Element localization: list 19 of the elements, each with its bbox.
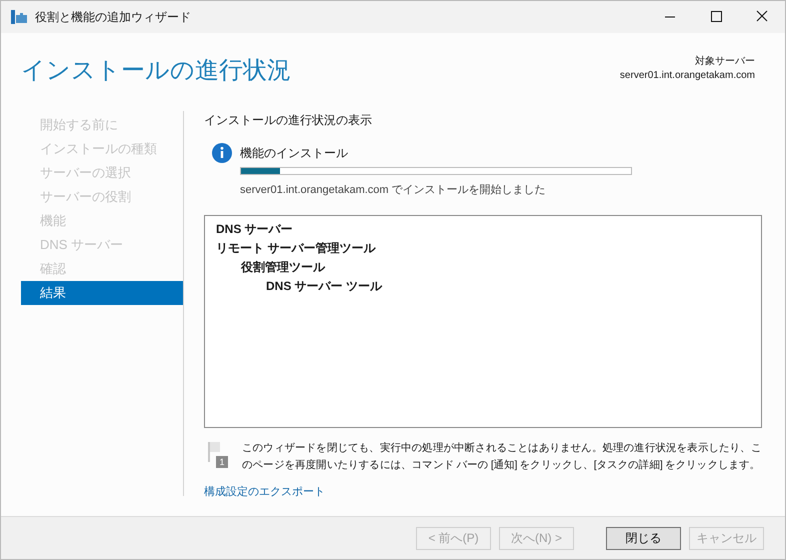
status-label: 機能のインストール <box>240 145 348 162</box>
flag-icon <box>208 442 220 462</box>
target-server-name: server01.int.orangetakam.com <box>620 69 755 83</box>
info-icon <box>212 143 232 163</box>
app-icon <box>11 10 27 24</box>
notification-count: 1 <box>216 456 228 468</box>
target-server-label: 対象サーバー <box>695 55 755 69</box>
result-item: 役割管理ツール <box>241 258 325 276</box>
window-title: 役割と機能の追加ウィザード <box>35 9 191 26</box>
wizard-button[interactable]: 閉じる <box>606 526 681 550</box>
result-item: リモート サーバー管理ツール <box>216 240 376 256</box>
section-title: インストールの進行状況の表示 <box>204 112 373 129</box>
sidebar-item[interactable]: 結果 <box>21 281 184 305</box>
status-message: server01.int.orangetakam.com でインストールを開始しました <box>240 183 547 198</box>
result-item: DNS サーバー ツール <box>266 278 382 294</box>
export-link[interactable]: 構成設定のエクスポート <box>204 484 325 500</box>
note-text: このウィザードを閉じても、実行中の処理が中断されることはありません。処理の進行状況を表示したり、このページを再度開いたりするには、コマンド バーの [通知] をクリックし、[タスクの詳細] をクリックします。 <box>242 440 762 472</box>
result-item: DNS サーバー <box>216 220 293 238</box>
page-title: インストールの進行状況 <box>21 59 291 83</box>
